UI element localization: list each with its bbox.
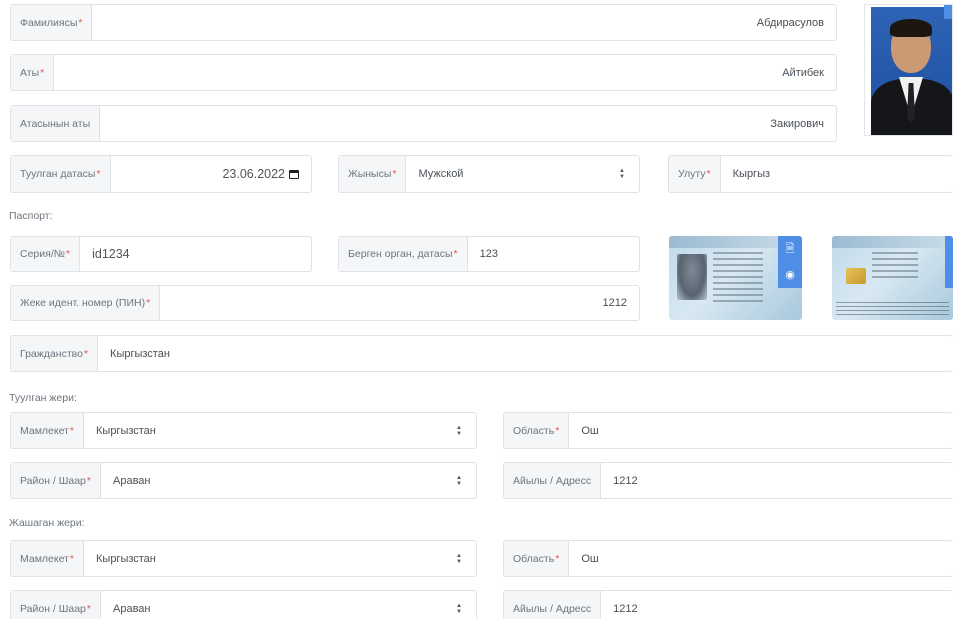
nationality-select[interactable]: Улуту * Кыргыз (668, 155, 953, 193)
passport-front-image: 🗎 ◉ (669, 236, 802, 320)
select-arrows-icon[interactable]: ▲ ▼ (613, 156, 631, 192)
birth-date-field[interactable]: Туулган датасы * 23.06.2022 (10, 155, 312, 193)
pin-field[interactable]: Жеке идент. номер (ПИН) * 1212 (10, 285, 640, 321)
birth-district-label: Район / Шаар * (11, 463, 101, 498)
residence-country-select[interactable]: Мамлекет * Кыргызстан ▲ ▼ (10, 540, 477, 577)
nationality-value[interactable]: Кыргыз (721, 156, 953, 192)
passport-back-image (832, 236, 953, 320)
surname-input[interactable]: Абдирасулов (92, 5, 836, 40)
birth-country-select[interactable]: Мамлекет * Кыргызстан ▲ ▼ (10, 412, 477, 449)
birth-region-label: Область * (504, 413, 570, 448)
issued-by-field[interactable]: Берген орган, датасы * 123 (338, 236, 640, 272)
residence-section-label: Жашаган жери: (9, 517, 85, 529)
birth-district-value[interactable]: Араван (101, 463, 450, 498)
residence-district-value[interactable]: Араван (101, 591, 450, 619)
birth-region-value[interactable]: Ош (569, 413, 953, 448)
birth-address-label: Айылы / Адресс (504, 463, 602, 498)
residence-address-label: Айылы / Адресс (504, 591, 602, 619)
profile-photo (864, 4, 953, 136)
birth-date-input[interactable]: 23.06.2022 (111, 156, 311, 192)
patronymic-label: Атасынын аты (11, 106, 101, 141)
select-arrows-icon[interactable]: ▲ ▼ (450, 463, 468, 498)
calendar-icon[interactable] (289, 169, 299, 179)
name-label: Аты * (11, 55, 55, 90)
patronymic-input[interactable]: Закирович (100, 106, 836, 141)
pin-label: Жеке идент. номер (ПИН) * (11, 286, 161, 320)
issued-by-input[interactable]: 123 (468, 237, 639, 271)
residence-address-field[interactable]: Айылы / Адресс 1212 (503, 590, 953, 619)
file-icon[interactable]: 🗎 (778, 236, 802, 262)
surname-field[interactable]: Фамилиясы * Абдирасулов (10, 4, 837, 41)
issued-by-label: Берген орган, датасы * (339, 237, 468, 271)
passport-series-input[interactable]: id1234 (80, 237, 311, 271)
birth-address-input[interactable]: 1212 (601, 463, 953, 498)
residence-country-value[interactable]: Кыргызстан (84, 541, 450, 576)
nationality-label: Улуту * (669, 156, 721, 192)
patronymic-field[interactable]: Атасынын аты Закирович (10, 105, 837, 142)
select-arrows-icon[interactable]: ▲ ▼ (450, 413, 468, 448)
passport-series-field[interactable]: Серия/№ * id1234 (10, 236, 312, 272)
name-field[interactable]: Аты * Айтибек (10, 54, 837, 91)
photo-upload-tab[interactable] (944, 5, 952, 19)
residence-country-label: Мамлекет * (11, 541, 84, 576)
birth-region-select[interactable]: Область * Ош (503, 412, 953, 449)
camera-icon[interactable]: ◉ (778, 262, 802, 288)
birth-place-section-label: Туулган жери: (9, 392, 77, 404)
passport-series-label: Серия/№ * (11, 237, 81, 271)
residence-region-value[interactable]: Ош (569, 541, 953, 576)
pin-input[interactable]: 1212 (160, 286, 639, 320)
residence-region-select[interactable]: Область * Ош (503, 540, 953, 577)
citizenship-input[interactable]: Кыргызстан (98, 336, 953, 371)
name-input[interactable]: Айтибек (54, 55, 836, 90)
gender-value[interactable]: Мужской (406, 156, 613, 192)
select-arrows-icon[interactable]: ▲ ▼ (450, 541, 468, 576)
passport-front-actions: 🗎 ◉ (778, 236, 802, 288)
surname-label: Фамилиясы * (11, 5, 93, 40)
birth-country-label: Мамлекет * (11, 413, 84, 448)
birth-address-field[interactable]: Айылы / Адресс 1212 (503, 462, 953, 499)
birth-district-select[interactable]: Район / Шаар * Араван ▲ ▼ (10, 462, 477, 499)
citizenship-field[interactable]: Гражданство * Кыргызстан (10, 335, 953, 372)
passport-section-label: Паспорт: (9, 210, 53, 222)
birth-date-label: Туулган датасы * (11, 156, 111, 192)
residence-district-select[interactable]: Район / Шаар * Араван ▲ ▼ (10, 590, 477, 619)
select-arrows-icon[interactable]: ▲ ▼ (450, 591, 468, 619)
residence-region-label: Область * (504, 541, 570, 576)
residence-district-label: Район / Шаар * (11, 591, 101, 619)
residence-address-input[interactable]: 1212 (601, 591, 953, 619)
passport-back-actions[interactable] (945, 236, 953, 288)
gender-select[interactable]: Жынысы * Мужской ▲ ▼ (338, 155, 640, 193)
citizenship-label: Гражданство * (11, 336, 99, 371)
gender-label: Жынысы * (339, 156, 407, 192)
birth-country-value[interactable]: Кыргызстан (84, 413, 450, 448)
